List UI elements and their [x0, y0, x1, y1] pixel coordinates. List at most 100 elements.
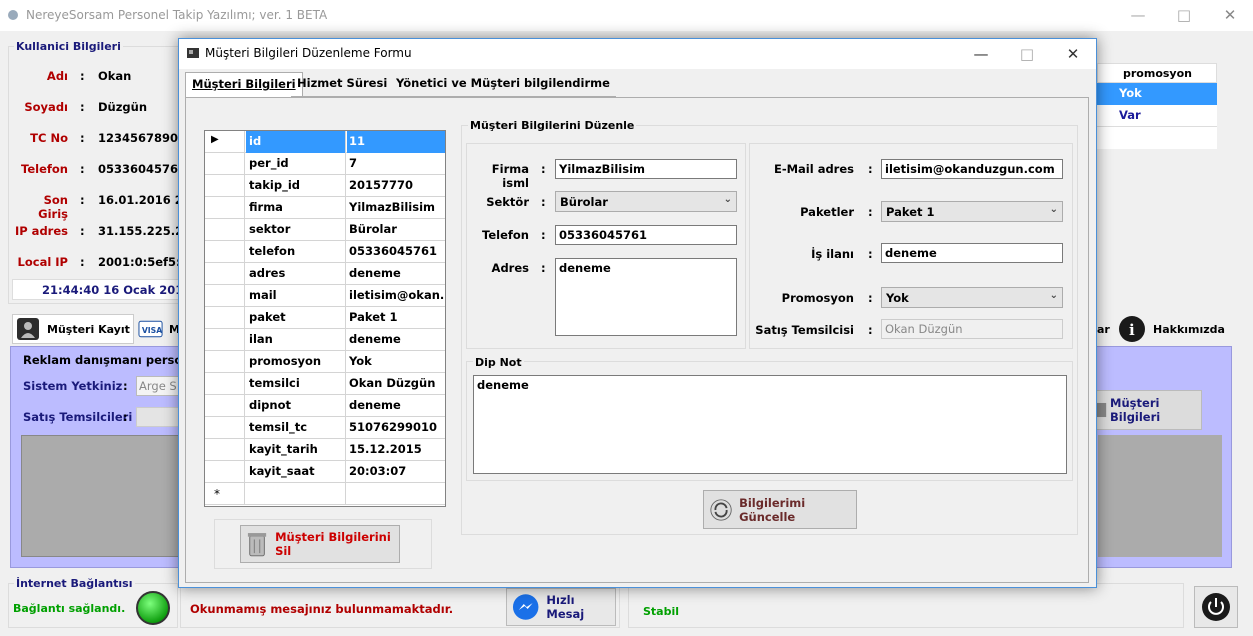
grid-row[interactable]: ilan deneme	[205, 329, 445, 351]
row-header[interactable]: ▶	[205, 131, 245, 153]
grid-row[interactable]: kayit_saat 20:03:07	[205, 461, 445, 483]
row-header[interactable]	[205, 307, 245, 329]
satis-temsilcileri-select[interactable]	[136, 407, 181, 427]
grid-row[interactable]: ▶ id 11	[205, 131, 445, 153]
reklam-label: Reklam danışmanı personel	[23, 353, 203, 367]
internet-status: Bağlantı sağlandı.	[13, 602, 126, 615]
email-input[interactable]: iletisim@okanduzgun.com	[881, 159, 1063, 179]
grid-key: telefon	[246, 241, 346, 263]
grid-row[interactable]: Var	[1097, 105, 1217, 127]
grid-value: Bürolar	[349, 222, 397, 236]
grid-row[interactable]: dipnot deneme	[205, 395, 445, 417]
input-value: Okan Düzgün	[885, 322, 963, 336]
firma-input[interactable]: YilmazBilisim	[555, 159, 737, 179]
row-header[interactable]	[205, 263, 245, 285]
grid-row[interactable]: mail iletisim@okan...	[205, 285, 445, 307]
row-header[interactable]	[205, 197, 245, 219]
cell: Yok	[1119, 86, 1142, 100]
minimize-button[interactable]: —	[1115, 0, 1161, 31]
input-value: deneme	[559, 261, 611, 275]
temsilci-input: Okan Düzgün	[881, 319, 1063, 339]
grid-row[interactable]: promosyon Yok	[205, 351, 445, 373]
grid-value: 05336045761	[349, 244, 438, 258]
tab-yonetici-bilgilendirme[interactable]: Yönetici ve Müşteri bilgilendirme	[390, 72, 616, 97]
field-value: 05336045761	[98, 162, 178, 176]
row-header[interactable]: *	[205, 483, 245, 505]
row-header[interactable]	[205, 373, 245, 395]
field-label: IP adres	[14, 224, 68, 238]
ilan-input[interactable]: deneme	[881, 243, 1063, 263]
app-icon	[8, 10, 18, 20]
grid-row[interactable]: telefon 05336045761	[205, 241, 445, 263]
promosyon-select[interactable]: Yok ⌄	[881, 287, 1063, 308]
dialog-titlebar: Müşteri Bilgileri Düzenleme Formu — □ ✕	[179, 39, 1096, 69]
tab-hizmet-suresi[interactable]: Hizmet Süresi	[291, 72, 394, 97]
svg-text:VISA: VISA	[142, 326, 162, 335]
grid-row[interactable]: Yok	[1097, 83, 1217, 105]
row-header[interactable]	[205, 439, 245, 461]
grid-header: promosyon	[1097, 63, 1217, 83]
tab-musteri-kayit[interactable]: Müşteri Kayıt	[12, 314, 134, 344]
grid-row[interactable]: temsilci Okan Düzgün	[205, 373, 445, 395]
row-header[interactable]	[205, 219, 245, 241]
row-header[interactable]	[205, 153, 245, 175]
grid-row[interactable]: takip_id 20157770	[205, 175, 445, 197]
dialog-minimize-button[interactable]: —	[958, 39, 1004, 70]
grid-key: ilan	[246, 329, 346, 351]
hizli-mesaj-button[interactable]: Hızlı Mesaj	[506, 588, 616, 626]
select-value: Yok	[886, 291, 909, 305]
tab-hakkimizda[interactable]: i Hakkımızda	[1117, 314, 1229, 344]
colon: :	[80, 69, 85, 83]
grid-new-row[interactable]: *	[205, 483, 445, 505]
grid-row[interactable]	[1097, 127, 1217, 149]
grid-row[interactable]: kayit_tarih 15.12.2015	[205, 439, 445, 461]
adres-label: Adres	[491, 261, 529, 275]
row-header[interactable]	[205, 175, 245, 197]
row-header[interactable]	[205, 395, 245, 417]
close-button[interactable]: ✕	[1207, 0, 1253, 31]
musteri-data-grid[interactable]: ▶ id 11 per_id 7 takip_id 20157770 firma Yilm…	[204, 130, 446, 507]
grid-value: 20157770	[349, 178, 414, 192]
sektor-label: Sektör	[486, 195, 529, 209]
row-header[interactable]	[205, 461, 245, 483]
grid-row[interactable]: paket Paket 1	[205, 307, 445, 329]
dialog-close-button[interactable]: ✕	[1050, 39, 1096, 70]
telefon-input[interactable]: 05336045761	[555, 225, 737, 245]
field-label: Soyadı	[24, 100, 68, 114]
tab-musteri-bilgileri[interactable]: Müşteri Bilgileri	[185, 72, 303, 97]
adres-textarea[interactable]: deneme	[555, 258, 737, 336]
update-button[interactable]: Bilgilerimi Güncelle	[703, 490, 857, 529]
grid-row[interactable]: sektor Bürolar	[205, 219, 445, 241]
field-label: Son Giriş	[38, 193, 68, 221]
status-led-icon	[136, 591, 170, 625]
row-header[interactable]	[205, 285, 245, 307]
delete-button[interactable]: Müşteri Bilgilerini Sil	[240, 525, 400, 563]
grid-row[interactable]: per_id 7	[205, 153, 445, 175]
maximize-button[interactable]: □	[1161, 0, 1207, 31]
dipnot-textarea[interactable]: deneme	[473, 375, 1067, 474]
clock: 21:44:40 16 Ocak 2016	[42, 283, 192, 297]
row-header[interactable]	[205, 241, 245, 263]
colon: :	[868, 323, 873, 337]
chevron-down-icon: ⌄	[723, 194, 732, 205]
field-value: 31.155.225.21	[98, 224, 178, 238]
tab-ar[interactable]: ar	[1097, 314, 1115, 344]
paket-select[interactable]: Paket 1 ⌄	[881, 201, 1063, 222]
row-header[interactable]	[205, 351, 245, 373]
button-label: Bilgilerimi Güncelle	[739, 495, 806, 524]
grid-key: mail	[246, 285, 346, 307]
tab-m[interactable]: VISA M	[136, 314, 180, 344]
row-header[interactable]	[205, 329, 245, 351]
cell: Var	[1119, 108, 1141, 122]
colon: :	[80, 162, 85, 176]
grid-row[interactable]: adres deneme	[205, 263, 445, 285]
musteri-bilgileri-button[interactable]: Müşteri Bilgileri	[1088, 390, 1202, 430]
row-header[interactable]	[205, 417, 245, 439]
dialog-maximize-button[interactable]: □	[1004, 39, 1050, 70]
grid-key: temsilci	[246, 373, 346, 395]
grid-value: deneme	[349, 398, 401, 412]
sektor-select[interactable]: Bürolar ⌄	[555, 191, 737, 212]
power-button[interactable]	[1194, 586, 1238, 628]
grid-row[interactable]: temsil_tc 51076299010	[205, 417, 445, 439]
grid-row[interactable]: firma YilmazBilisim	[205, 197, 445, 219]
